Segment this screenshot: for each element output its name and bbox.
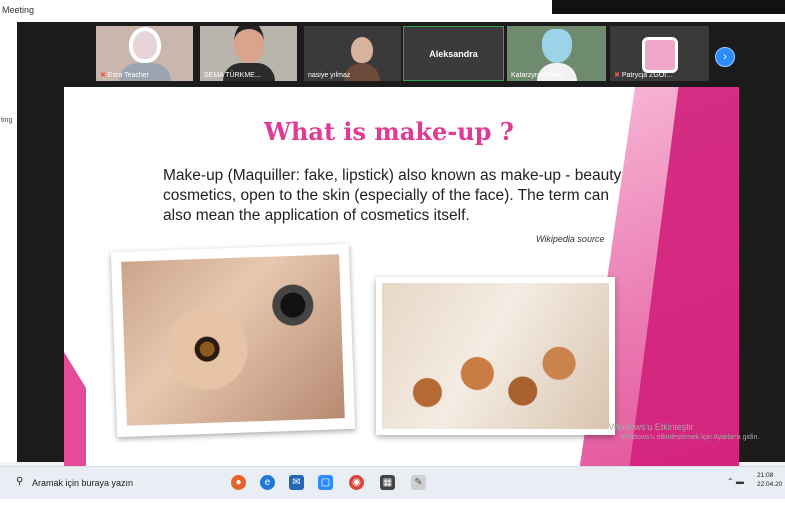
bottom-strip — [0, 499, 785, 507]
participant-name: ✖ Patrycja ZGOI... — [614, 72, 673, 79]
shared-slide: What is make-up ? Make-up (Maquiller: fa… — [64, 87, 739, 472]
participant-tile-6[interactable]: ✖ Patrycja ZGOI... — [610, 26, 709, 81]
participant-name: Aleksandra — [429, 48, 478, 59]
slide-source: Wikipedia source — [536, 234, 605, 244]
clock[interactable]: 21:08 22.04.20 — [757, 471, 782, 489]
dark-corner — [552, 0, 785, 14]
activation-watermark-title: Windows'u Etkinleştir — [609, 422, 694, 432]
activation-watermark-text: Windows'u etkinleştirmek için Ayarlar'a … — [621, 434, 760, 441]
search-icon: ⚲ — [16, 476, 24, 487]
next-participants-button[interactable]: › — [715, 47, 735, 67]
mail-icon[interactable]: ✉ — [289, 475, 304, 490]
slide-body-text: Make-up (Maquiller: fake, lipstick) also… — [163, 167, 622, 224]
participant-tile-2[interactable]: SEMA TÜRKME... — [200, 26, 297, 81]
participant-tile-5[interactable]: Katarzyna Kowa... — [507, 26, 606, 81]
left-panel: ting — [0, 22, 17, 462]
store-icon[interactable]: ▦ — [380, 475, 395, 490]
window-title: Meeting — [2, 5, 35, 15]
participant-name: SEMA TÜRKME... — [204, 72, 261, 79]
slide-title: What is make-up ? — [264, 117, 514, 146]
taskbar-search[interactable]: ⚲ Aramak için buraya yazın — [14, 473, 214, 493]
edge-icon[interactable]: e — [260, 475, 275, 490]
search-placeholder: Aramak için buraya yazın — [32, 478, 134, 488]
participant-tile-1[interactable]: ✖ Esra Teacher — [96, 26, 193, 81]
clock-date: 22.04.20 — [757, 481, 783, 488]
participant-tile-4[interactable]: Aleksandra — [403, 26, 504, 81]
mic-muted-icon: ✖ — [614, 72, 620, 79]
screen: Meeting – □ ting ✖Esra Teacher SEMA TÜRK… — [0, 0, 785, 507]
zoom-icon[interactable]: ▢ — [318, 475, 333, 490]
paint-icon[interactable]: ✎ — [411, 475, 426, 490]
slide-decor — [64, 352, 86, 472]
participant-name: nasiye yılmaz — [308, 72, 351, 79]
side-label: ting — [1, 117, 13, 124]
participant-tile-3[interactable]: nasiye yılmaz — [304, 26, 401, 81]
participant-name: Katarzyna Kowa... — [511, 72, 568, 79]
taskbar: ⚲ Aramak için buraya yazın ● e ✉ ▢ ◉ ▦ ✎… — [0, 466, 785, 500]
eye-makeup-photo — [110, 243, 356, 438]
chrome-icon[interactable]: ◉ — [349, 475, 364, 490]
participant-name: ✖ Esra Teacher — [100, 72, 149, 79]
clock-time: 21:08 — [757, 472, 774, 479]
makeup-brushes-photo — [376, 277, 615, 435]
firefox-icon[interactable]: ● — [231, 475, 246, 490]
tray-icon[interactable]: ⌃ ▬ — [727, 477, 744, 486]
mic-muted-icon: ✖ — [100, 72, 106, 79]
